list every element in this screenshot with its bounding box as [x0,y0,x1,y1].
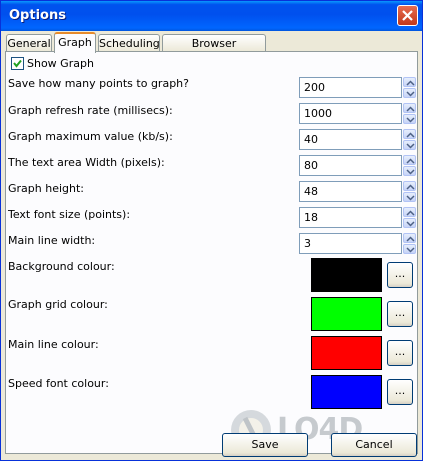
background-colour-label: Background colour: [8,260,115,273]
arrow-down-icon [406,221,415,227]
arrow-down-icon [406,169,415,175]
refresh-rate-spinner[interactable] [403,103,416,124]
window-title: Options [9,8,66,23]
options-dialog: Options General Graph Scheduling Browser… [0,0,423,461]
main-line-colour-swatch [311,336,382,370]
text-area-width-label: The text area Width (pixels): [8,156,165,169]
spin-down-button[interactable] [403,114,416,124]
spin-down-button[interactable] [403,140,416,150]
main-line-width-spinner[interactable] [403,233,416,254]
points-to-graph-label: Save how many points to graph? [8,77,189,90]
grid-colour-swatch [311,297,382,331]
arrow-up-icon [406,132,415,138]
refresh-rate-label: Graph refresh rate (millisecs): [8,104,173,117]
arrow-down-icon [406,91,415,97]
text-area-width-input[interactable]: 80 [299,155,402,176]
font-size-input[interactable]: 18 [299,207,402,228]
spin-down-button[interactable] [403,166,416,176]
graph-height-spinner[interactable] [403,181,416,202]
spin-up-button[interactable] [403,77,416,87]
arrow-down-icon [406,117,415,123]
speed-font-colour-button[interactable]: ... [387,379,413,405]
checkmark-icon [13,59,22,68]
main-line-colour-button[interactable]: ... [387,340,413,366]
spin-up-button[interactable] [403,155,416,165]
title-bar[interactable]: Options [1,1,422,31]
font-size-label: Text font size (points): [8,208,131,221]
tab-general[interactable]: General [6,34,52,51]
background-colour-swatch [311,258,382,292]
tab-scheduling[interactable]: Scheduling [98,34,160,51]
checkbox-box[interactable] [11,57,24,70]
main-line-width-label: Main line width: [8,234,96,247]
main-line-width-input[interactable]: 3 [299,233,402,254]
spin-down-button[interactable] [403,192,416,202]
arrow-up-icon [406,210,415,216]
spin-up-button[interactable] [403,103,416,113]
close-icon [402,10,413,21]
max-value-spinner[interactable] [403,129,416,150]
grid-colour-label: Graph grid colour: [8,298,108,311]
speed-font-colour-label: Speed font colour: [8,377,109,390]
max-value-input[interactable]: 40 [299,129,402,150]
points-to-graph-spinner[interactable] [403,77,416,98]
background-colour-button[interactable]: ... [387,262,413,288]
save-button[interactable]: Save [222,433,308,457]
grid-colour-button[interactable]: ... [387,301,413,327]
cancel-button[interactable]: Cancel [331,433,417,457]
points-to-graph-input[interactable]: 200 [299,77,402,98]
arrow-up-icon [406,184,415,190]
graph-height-label: Graph height: [8,182,85,195]
graph-height-input[interactable]: 48 [299,181,402,202]
close-button[interactable] [397,5,418,26]
arrow-up-icon [406,80,415,86]
font-size-spinner[interactable] [403,207,416,228]
dialog-body: General Graph Scheduling Browser Integra… [1,31,422,460]
refresh-rate-input[interactable]: 1000 [299,103,402,124]
arrow-down-icon [406,247,415,253]
speed-font-colour-swatch [311,375,382,409]
spin-up-button[interactable] [403,233,416,243]
spin-up-button[interactable] [403,181,416,191]
arrow-down-icon [406,143,415,149]
tab-graph[interactable]: Graph [54,32,96,53]
arrow-up-icon [406,106,415,112]
arrow-up-icon [406,158,415,164]
max-value-label: Graph maximum value (kb/s): [8,130,173,143]
spin-up-button[interactable] [403,129,416,139]
spin-down-button[interactable] [403,218,416,228]
text-area-width-spinner[interactable] [403,155,416,176]
spin-down-button[interactable] [403,88,416,98]
spin-up-button[interactable] [403,207,416,217]
graph-settings-panel: Show Graph Save how many points to graph… [5,51,418,454]
arrow-up-icon [406,236,415,242]
spin-down-button[interactable] [403,244,416,254]
arrow-down-icon [406,195,415,201]
main-line-colour-label: Main line colour: [8,338,99,351]
show-graph-label: Show Graph [27,57,94,70]
tab-browser-integration[interactable]: Browser Integration [162,34,266,67]
